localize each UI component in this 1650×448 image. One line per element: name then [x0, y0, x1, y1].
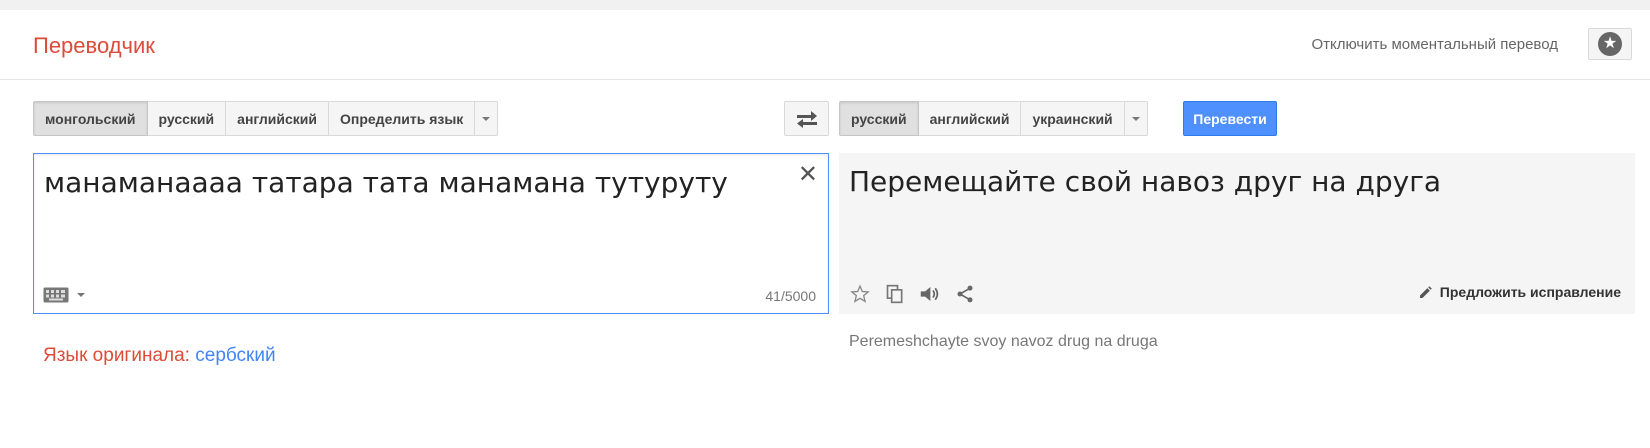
detected-language-label: Язык оригинала: — [43, 345, 190, 366]
header: Переводчик Отключить моментальный перево… — [0, 10, 1650, 80]
suggest-edit-button[interactable]: Предложить исправление — [1418, 284, 1621, 300]
result-toolbar — [849, 283, 975, 304]
speaker-icon[interactable] — [919, 283, 940, 304]
pencil-icon — [1419, 286, 1432, 298]
chevron-down-icon — [1131, 116, 1140, 121]
target-lang-dropdown[interactable] — [1124, 101, 1148, 136]
chevron-down-icon — [482, 116, 491, 121]
target-lang-ukrainian[interactable]: украинский — [1021, 101, 1125, 136]
star-icon[interactable] — [849, 283, 870, 304]
input-tools-button[interactable] — [43, 287, 85, 303]
source-text-area[interactable]: манаманаааа татара тата манамана тутурут… — [33, 153, 829, 314]
source-lang-dropdown[interactable] — [475, 101, 499, 136]
transliteration: Peremeshchayte svoy navoz drug na druga — [849, 333, 1158, 350]
source-lang-russian[interactable]: русский — [147, 101, 227, 136]
swap-arrows-icon — [796, 110, 817, 128]
saved-phrases-button[interactable]: ★ — [1588, 28, 1632, 60]
app-logo[interactable]: Переводчик — [33, 33, 155, 59]
detected-language-link[interactable]: сербский — [195, 345, 275, 366]
keyboard-icon — [43, 287, 69, 303]
source-lang-mongolian[interactable]: монгольский — [33, 101, 148, 136]
source-language-bar: монгольский русский английский Определит… — [33, 101, 499, 136]
copy-icon[interactable] — [884, 283, 905, 304]
target-lang-russian[interactable]: русский — [839, 101, 919, 136]
result-area: Перемещайте свой навоз друг на друга Пре… — [839, 153, 1635, 314]
source-lang-english[interactable]: английский — [226, 101, 329, 136]
translate-button[interactable]: Перевести — [1183, 101, 1277, 136]
character-count: 41/5000 — [765, 288, 816, 304]
chevron-down-icon — [77, 293, 85, 297]
top-strip — [0, 0, 1650, 10]
translated-text[interactable]: Перемещайте свой навоз друг на друга — [849, 165, 1441, 198]
swap-languages-button[interactable] — [784, 101, 829, 136]
share-icon[interactable] — [954, 283, 975, 304]
clear-icon[interactable]: ✕ — [798, 160, 818, 189]
target-language-bar: русский английский украинский — [839, 101, 1148, 136]
target-lang-english[interactable]: английский — [918, 101, 1022, 136]
star-icon: ★ — [1598, 32, 1622, 56]
disable-instant-translation-link[interactable]: Отключить моментальный перевод — [1311, 36, 1558, 53]
source-text[interactable]: манаманаааа татара тата манамана тутурут… — [44, 166, 728, 199]
source-lang-detect[interactable]: Определить язык — [329, 101, 476, 136]
suggest-edit-label: Предложить исправление — [1439, 284, 1621, 300]
detected-language: Язык оригинала: сербский — [43, 345, 276, 367]
